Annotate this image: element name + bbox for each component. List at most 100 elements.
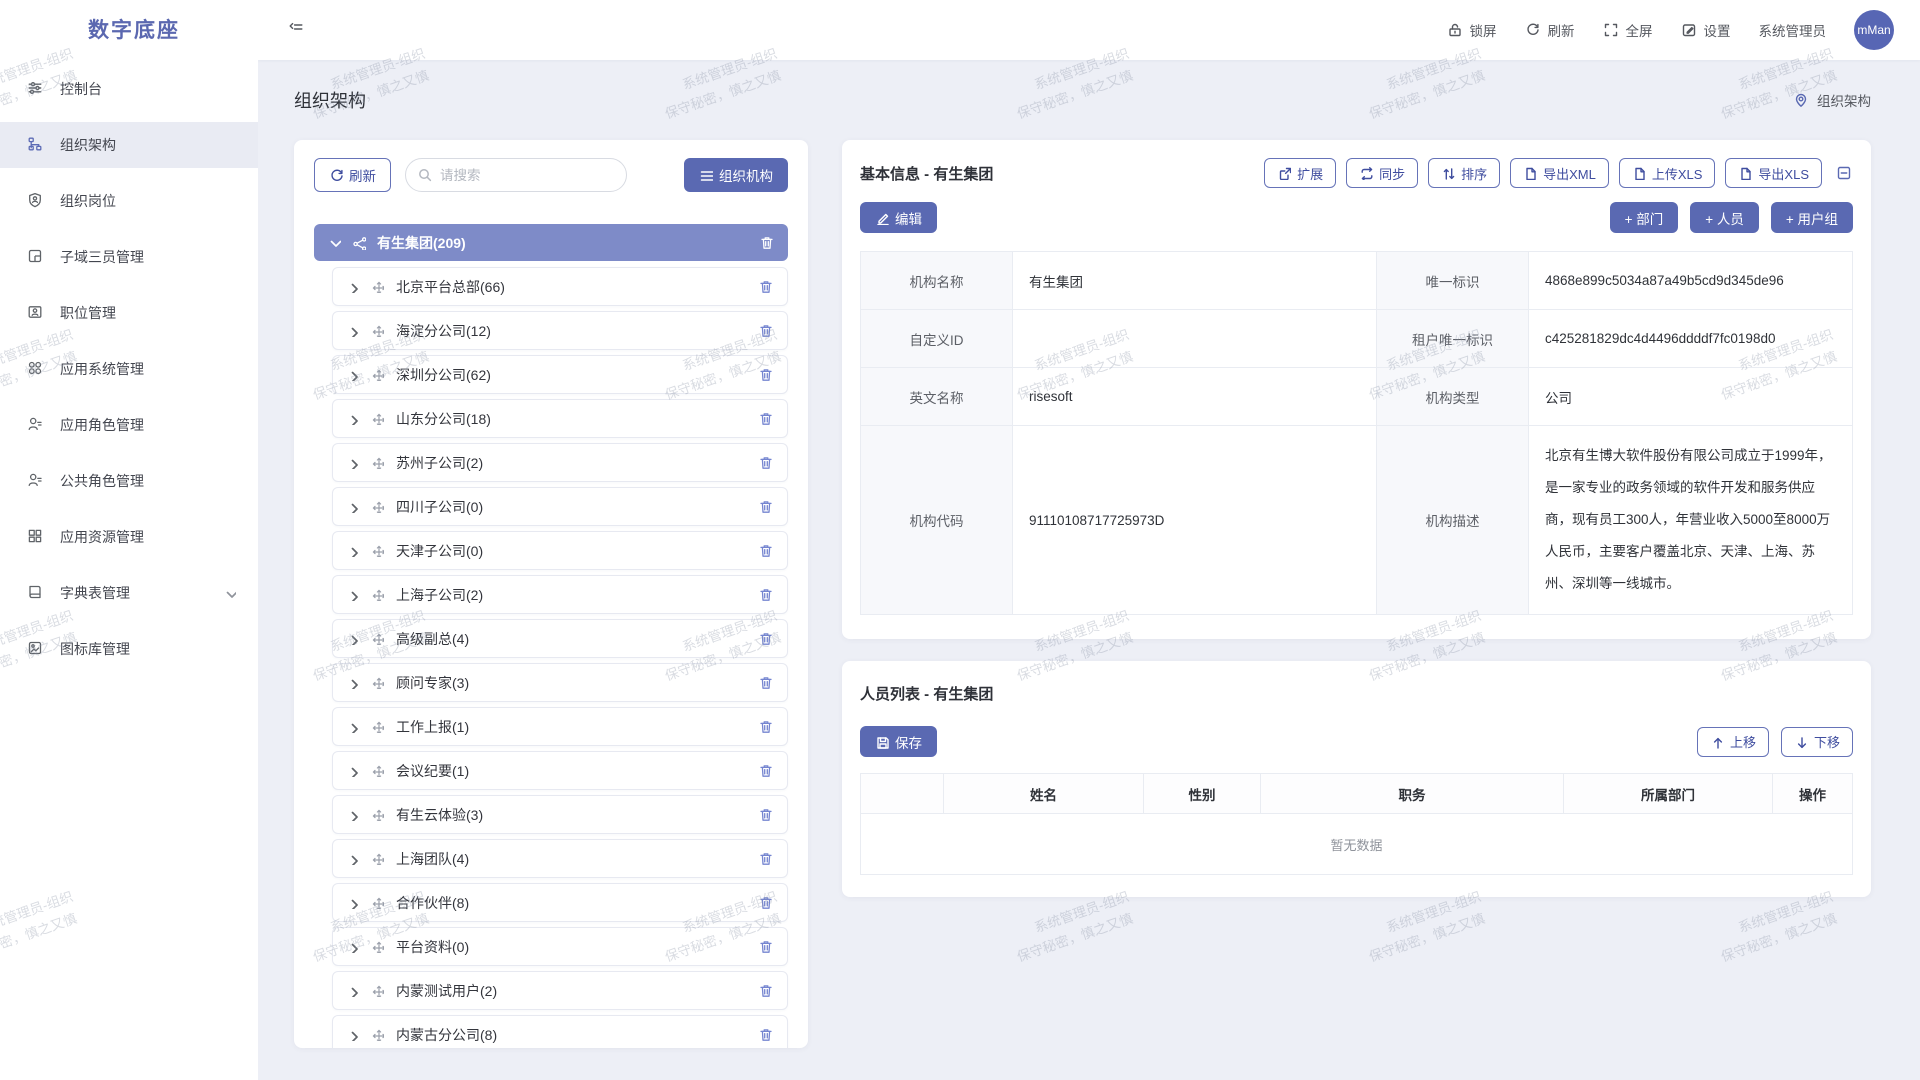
tree-node[interactable]: 天津子公司(0) — [332, 531, 788, 570]
tree-node[interactable]: 有生云体验(3) — [332, 795, 788, 834]
sidebar-item-position-mgmt[interactable]: 职位管理 — [0, 290, 258, 336]
chevron-right-icon[interactable] — [347, 985, 359, 997]
save-button[interactable]: 保存 — [860, 726, 937, 757]
sidebar-item-app-role-mgmt[interactable]: 应用角色管理 — [0, 402, 258, 448]
drag-handle-icon[interactable] — [371, 500, 384, 513]
chevron-right-icon[interactable] — [347, 369, 359, 381]
avatar[interactable]: mMan — [1854, 10, 1894, 50]
delete-icon[interactable] — [758, 367, 773, 382]
fullscreen-button[interactable]: 全屏 — [1603, 20, 1653, 40]
chevron-right-icon[interactable] — [347, 765, 359, 777]
delete-icon[interactable] — [758, 719, 773, 734]
export-xml-button[interactable]: 导出XML — [1510, 158, 1609, 188]
sidebar-item-app-resource-mgmt[interactable]: 应用资源管理 — [0, 514, 258, 560]
chevron-down-icon[interactable] — [328, 236, 341, 249]
add-user-group-button[interactable]: + 用户组 — [1771, 202, 1853, 233]
drag-handle-icon[interactable] — [371, 676, 384, 689]
drag-handle-icon[interactable] — [371, 280, 384, 293]
org-structure-button[interactable]: 组织机构 — [684, 158, 788, 192]
chevron-right-icon[interactable] — [347, 545, 359, 557]
delete-icon[interactable] — [758, 499, 773, 514]
sort-button[interactable]: 排序 — [1428, 158, 1500, 188]
delete-icon[interactable] — [758, 1027, 773, 1042]
tree-node[interactable]: 深圳分公司(62) — [332, 355, 788, 394]
drag-handle-icon[interactable] — [371, 368, 384, 381]
tree-node[interactable]: 内蒙古分公司(8) — [332, 1015, 788, 1048]
search-input[interactable] — [405, 158, 627, 192]
drag-handle-icon[interactable] — [371, 940, 384, 953]
tree-node[interactable]: 上海子公司(2) — [332, 575, 788, 614]
sidebar-item-console[interactable]: 控制台 — [0, 66, 258, 112]
add-person-button[interactable]: + 人员 — [1690, 202, 1759, 233]
drag-handle-icon[interactable] — [371, 808, 384, 821]
delete-icon[interactable] — [758, 323, 773, 338]
delete-icon[interactable] — [759, 235, 774, 250]
tree-node[interactable]: 高级副总(4) — [332, 619, 788, 658]
delete-icon[interactable] — [758, 763, 773, 778]
tree-node[interactable]: 四川子公司(0) — [332, 487, 788, 526]
drag-handle-icon[interactable] — [371, 984, 384, 997]
drag-handle-icon[interactable] — [371, 852, 384, 865]
chevron-right-icon[interactable] — [347, 589, 359, 601]
tree-node[interactable]: 工作上报(1) — [332, 707, 788, 746]
move-down-button[interactable]: 下移 — [1781, 727, 1853, 757]
edit-button[interactable]: 编辑 — [860, 202, 937, 233]
drag-handle-icon[interactable] — [371, 1028, 384, 1041]
chevron-right-icon[interactable] — [347, 501, 359, 513]
sidebar-item-dictionary-mgmt[interactable]: 字典表管理 — [0, 570, 258, 616]
delete-icon[interactable] — [758, 895, 773, 910]
delete-icon[interactable] — [758, 807, 773, 822]
delete-icon[interactable] — [758, 631, 773, 646]
sidebar-fold-icon[interactable] — [288, 20, 308, 40]
chevron-right-icon[interactable] — [347, 853, 359, 865]
drag-handle-icon[interactable] — [371, 456, 384, 469]
tree-node[interactable]: 上海团队(4) — [332, 839, 788, 878]
sidebar-item-app-system-mgmt[interactable]: 应用系统管理 — [0, 346, 258, 392]
delete-icon[interactable] — [758, 983, 773, 998]
tree-root-node[interactable]: 有生集团(209) — [314, 224, 788, 261]
sidebar-item-public-role-mgmt[interactable]: 公共角色管理 — [0, 458, 258, 504]
tree-refresh-button[interactable]: 刷新 — [314, 158, 391, 192]
current-user[interactable]: 系统管理员 — [1759, 20, 1827, 40]
drag-handle-icon[interactable] — [371, 544, 384, 557]
delete-icon[interactable] — [758, 675, 773, 690]
tree-node[interactable]: 会议纪要(1) — [332, 751, 788, 790]
delete-icon[interactable] — [758, 455, 773, 470]
chevron-right-icon[interactable] — [347, 721, 359, 733]
sync-button[interactable]: 同步 — [1346, 158, 1418, 188]
tree-node[interactable]: 顾问专家(3) — [332, 663, 788, 702]
lock-screen-button[interactable]: 锁屏 — [1447, 20, 1497, 40]
chevron-right-icon[interactable] — [347, 677, 359, 689]
sidebar-item-subdomain-admins[interactable]: 子域三员管理 — [0, 234, 258, 280]
drag-handle-icon[interactable] — [371, 896, 384, 909]
upload-xls-button[interactable]: 上传XLS — [1619, 158, 1716, 188]
add-department-button[interactable]: + 部门 — [1610, 202, 1679, 233]
chevron-right-icon[interactable] — [347, 325, 359, 337]
collapse-panel-icon[interactable] — [1836, 165, 1853, 182]
settings-button[interactable]: 设置 — [1681, 20, 1731, 40]
chevron-right-icon[interactable] — [347, 941, 359, 953]
chevron-right-icon[interactable] — [347, 1029, 359, 1041]
sidebar-item-org-post[interactable]: 组织岗位 — [0, 178, 258, 224]
chevron-right-icon[interactable] — [347, 281, 359, 293]
move-up-button[interactable]: 上移 — [1697, 727, 1769, 757]
tree-node[interactable]: 海淀分公司(12) — [332, 311, 788, 350]
tree-node[interactable]: 苏州子公司(2) — [332, 443, 788, 482]
chevron-right-icon[interactable] — [347, 633, 359, 645]
delete-icon[interactable] — [758, 587, 773, 602]
export-xls-button[interactable]: 导出XLS — [1725, 158, 1822, 188]
chevron-right-icon[interactable] — [347, 413, 359, 425]
sidebar-item-icon-library-mgmt[interactable]: 图标库管理 — [0, 626, 258, 672]
drag-handle-icon[interactable] — [371, 588, 384, 601]
drag-handle-icon[interactable] — [371, 632, 384, 645]
delete-icon[interactable] — [758, 279, 773, 294]
sidebar-item-org-structure[interactable]: 组织架构 — [0, 122, 258, 168]
chevron-right-icon[interactable] — [347, 457, 359, 469]
tree-node[interactable]: 山东分公司(18) — [332, 399, 788, 438]
tree-node[interactable]: 平台资料(0) — [332, 927, 788, 966]
tree-node[interactable]: 合作伙伴(8) — [332, 883, 788, 922]
drag-handle-icon[interactable] — [371, 324, 384, 337]
delete-icon[interactable] — [758, 543, 773, 558]
expand-button[interactable]: 扩展 — [1264, 158, 1336, 188]
delete-icon[interactable] — [758, 939, 773, 954]
